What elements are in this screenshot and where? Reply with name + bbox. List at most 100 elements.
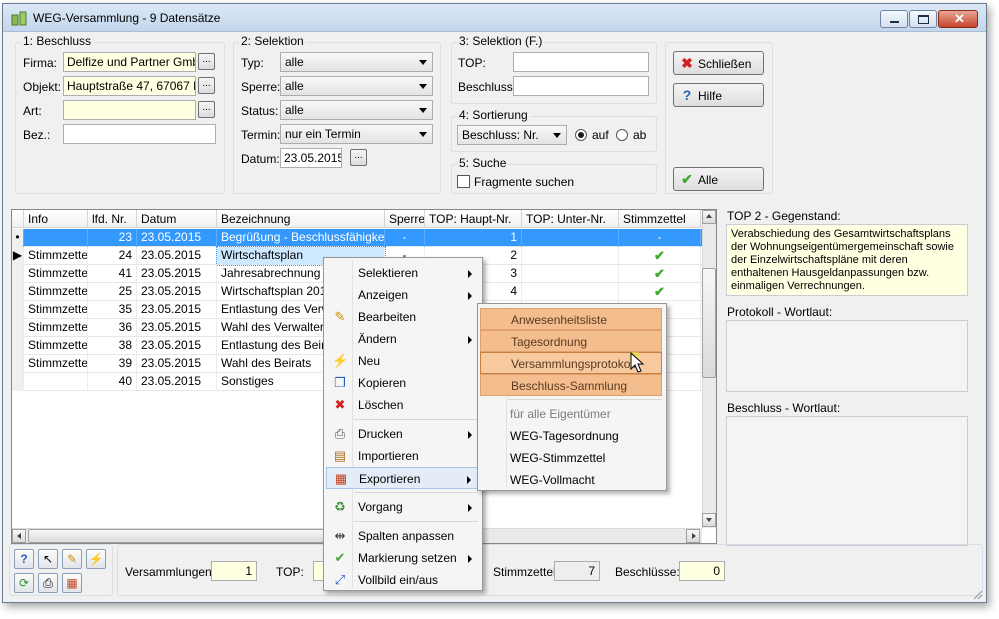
sperre-select[interactable]: alle bbox=[280, 76, 433, 96]
datum-field[interactable]: 23.05.2015 bbox=[280, 148, 342, 168]
sort-auf-radio[interactable] bbox=[575, 129, 587, 141]
unter-cell[interactable] bbox=[522, 247, 619, 265]
datum-cell[interactable]: 23.05.2015 bbox=[137, 373, 217, 391]
header-lfd-nr[interactable]: lfd. Nr. bbox=[88, 210, 137, 228]
haupt-cell[interactable]: 1 bbox=[425, 229, 522, 247]
alle-button[interactable]: ✔ Alle bbox=[673, 167, 764, 191]
info-cell[interactable]: Stimmzettel bbox=[24, 283, 88, 301]
datum-picker-button[interactable]: ... bbox=[350, 149, 367, 166]
datum-cell[interactable]: 23.05.2015 bbox=[137, 337, 217, 355]
nr-cell[interactable]: 25 bbox=[88, 283, 137, 301]
menu-item-anzeigen[interactable]: Anzeigen bbox=[326, 284, 480, 306]
schliessen-button[interactable]: ✖ Schließen bbox=[673, 51, 764, 75]
info-cell[interactable] bbox=[24, 373, 88, 391]
header-sperre[interactable]: Sperre bbox=[385, 210, 425, 228]
menu-item-neu[interactable]: ⚡ Neu bbox=[326, 350, 480, 372]
row-indicator[interactable] bbox=[12, 319, 24, 337]
row-indicator[interactable] bbox=[12, 283, 24, 301]
menu-item-markierung-setzen[interactable]: ✔ Markierung setzen bbox=[326, 547, 480, 569]
nr-cell[interactable]: 35 bbox=[88, 301, 137, 319]
header-top-unter[interactable]: TOP: Unter-Nr. bbox=[522, 210, 619, 228]
menu-item-vorgang[interactable]: ♻ Vorgang bbox=[326, 496, 480, 518]
objekt-lookup-button[interactable]: ... bbox=[198, 77, 215, 94]
stimm-cell[interactable]: - bbox=[619, 229, 701, 247]
datum-cell[interactable]: 23.05.2015 bbox=[137, 247, 217, 265]
nr-cell[interactable]: 36 bbox=[88, 319, 137, 337]
close-button[interactable]: ✕ bbox=[938, 10, 978, 28]
menu-item-löschen[interactable]: ✖ Löschen bbox=[326, 394, 480, 416]
stimmzettel-cell[interactable]: ✔ bbox=[619, 283, 701, 301]
scroll-left-button[interactable] bbox=[12, 529, 26, 543]
top-gegenstand-text[interactable]: Verabschiedung des Gesamtwirtschaftsplan… bbox=[726, 224, 968, 296]
scroll-thumb[interactable] bbox=[702, 268, 716, 378]
unter-cell[interactable] bbox=[522, 283, 619, 301]
scroll-up-button[interactable] bbox=[702, 210, 716, 224]
beschluss-wortlaut-text[interactable] bbox=[726, 416, 968, 546]
row-indicator[interactable] bbox=[12, 301, 24, 319]
info-cell[interactable]: Stimmzettel bbox=[24, 301, 88, 319]
help-icon[interactable]: ? bbox=[14, 549, 34, 569]
scroll-h-thumb[interactable] bbox=[28, 529, 338, 543]
protokoll-text[interactable] bbox=[726, 320, 968, 392]
menu-item-exportieren[interactable]: ▦ Exportieren bbox=[326, 467, 480, 489]
menu-item-importieren[interactable]: ▤ Importieren bbox=[326, 445, 480, 467]
datum-cell[interactable]: 23.05.2015 bbox=[137, 265, 217, 283]
sperre-cell[interactable]: - bbox=[385, 229, 425, 247]
export-icon[interactable]: ▦ bbox=[62, 573, 82, 593]
info-cell[interactable]: Stimmzettel bbox=[24, 319, 88, 337]
header-datum[interactable]: Datum bbox=[137, 210, 217, 228]
bez-cell[interactable]: Begrüßung - Beschlussfähigkeit bbox=[217, 229, 385, 247]
menu-item-selektieren[interactable]: Selektieren bbox=[326, 262, 480, 284]
pencil-icon[interactable]: ✎ bbox=[62, 549, 82, 569]
datum-cell[interactable]: 23.05.2015 bbox=[137, 229, 217, 247]
objekt-field[interactable]: Hauptstraße 47, 67067 Lud bbox=[63, 76, 196, 96]
beschluss-filter-field[interactable] bbox=[513, 76, 649, 96]
hilfe-button[interactable]: ? Hilfe bbox=[673, 83, 764, 107]
scroll-right-button[interactable] bbox=[686, 529, 700, 543]
info-cell[interactable]: Stimmzettel bbox=[24, 337, 88, 355]
firma-field[interactable]: Delfize und Partner GmbH bbox=[63, 52, 196, 72]
resize-grip-icon[interactable] bbox=[971, 588, 983, 600]
printer-icon[interactable]: ⎙ bbox=[38, 573, 58, 593]
menu-item-vollbild-ein-aus[interactable]: ⤢ Vollbild ein/aus bbox=[326, 569, 480, 591]
termin-select[interactable]: nur ein Termin bbox=[280, 124, 433, 144]
refresh-icon[interactable]: ⟳ bbox=[14, 573, 34, 593]
maximize-button[interactable] bbox=[909, 10, 937, 28]
row-indicator[interactable]: • bbox=[12, 229, 24, 247]
nr-cell[interactable]: 41 bbox=[88, 265, 137, 283]
sort-ab-radio[interactable] bbox=[616, 129, 628, 141]
export-item-weg-vollmacht[interactable]: WEG-Vollmacht bbox=[480, 469, 662, 491]
menu-item-ändern[interactable]: Ändern bbox=[326, 328, 480, 350]
nr-cell[interactable]: 38 bbox=[88, 337, 137, 355]
stimmzettel-cell[interactable]: ✔ bbox=[619, 265, 701, 283]
datum-cell[interactable]: 23.05.2015 bbox=[137, 283, 217, 301]
fragmente-checkbox[interactable] bbox=[457, 175, 470, 188]
cursor-icon[interactable]: ↖ bbox=[38, 549, 58, 569]
export-item-beschluss-sammlung[interactable]: Beschluss-Sammlung bbox=[480, 374, 662, 396]
top-filter-field[interactable] bbox=[513, 52, 649, 72]
header-top-haupt[interactable]: TOP: Haupt-Nr. bbox=[425, 210, 522, 228]
header-stimmzettel[interactable]: Stimmzettel bbox=[619, 210, 701, 228]
typ-select[interactable]: alle bbox=[280, 52, 433, 72]
nr-cell[interactable]: 24 bbox=[88, 247, 137, 265]
table-row[interactable]: • 23 23.05.2015 Begrüßung - Beschlussfähigk… bbox=[12, 229, 702, 247]
export-item-anwesenheitsliste[interactable]: Anwesenheitsliste bbox=[480, 308, 662, 330]
lightning-icon[interactable]: ⚡ bbox=[86, 549, 106, 569]
export-item-tagesordnung[interactable]: Tagesordnung bbox=[480, 330, 662, 352]
row-indicator[interactable]: ▶ bbox=[12, 247, 24, 265]
art-field[interactable] bbox=[63, 100, 196, 120]
status-select[interactable]: alle bbox=[280, 100, 433, 120]
nr-cell[interactable]: 39 bbox=[88, 355, 137, 373]
nr-cell[interactable]: 23 bbox=[88, 229, 137, 247]
datum-cell[interactable]: 23.05.2015 bbox=[137, 319, 217, 337]
menu-item-drucken[interactable]: ⎙ Drucken bbox=[326, 423, 480, 445]
title-bar[interactable]: WEG-Versammlung - 9 Datensätze ✕ bbox=[3, 4, 986, 32]
header-info[interactable]: Info bbox=[24, 210, 88, 228]
menu-item-kopieren[interactable]: ❐ Kopieren bbox=[326, 372, 480, 394]
art-lookup-button[interactable]: ... bbox=[198, 101, 215, 118]
menu-item-bearbeiten[interactable]: ✎ Bearbeiten bbox=[326, 306, 480, 328]
info-cell[interactable] bbox=[24, 229, 88, 247]
info-cell[interactable]: Stimmzettel bbox=[24, 247, 88, 265]
row-indicator[interactable] bbox=[12, 373, 24, 391]
unter-cell[interactable] bbox=[522, 229, 619, 247]
